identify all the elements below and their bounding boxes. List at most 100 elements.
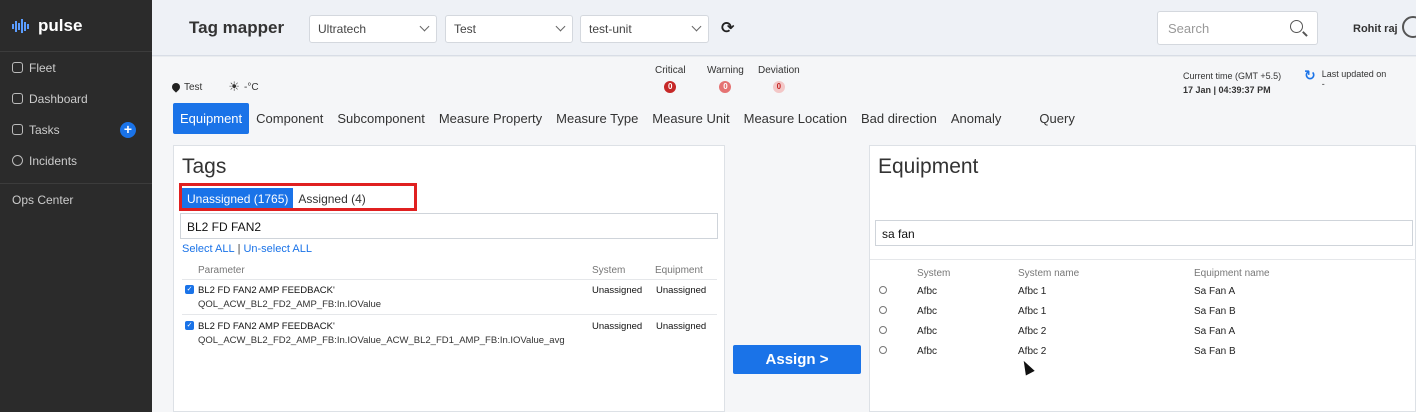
parameter-name: BL2 FD FAN2 AMP FEEDBACK': [198, 321, 335, 332]
status-label: Critical: [655, 65, 686, 76]
location-info: Test ☀ -°C: [170, 79, 259, 95]
deviation-status[interactable]: Deviation 0: [758, 65, 800, 93]
last-updated-value: -: [1321, 79, 1325, 89]
sidebar: pulse Fleet Dashboard Tasks + Incidents …: [0, 0, 152, 412]
main-content: Test ☀ -°C Critical 0 Warning 0 Deviatio…: [152, 57, 1416, 412]
info-icon: [12, 155, 23, 166]
tags-panel: Tags Unassigned (1765) Assigned (4) BL2 …: [173, 145, 725, 412]
unit-select[interactable]: test-unit: [580, 15, 709, 43]
column-header-equipment-name: Equipment name: [1194, 268, 1270, 279]
equipment-name-value: Sa Fan B: [1194, 306, 1236, 317]
list-item[interactable]: Afbc Afbc 2 Sa Fan B: [870, 346, 1414, 366]
tab-anomaly[interactable]: Anomaly: [944, 103, 1009, 134]
chevron-down-icon: [419, 21, 430, 32]
refresh-icon[interactable]: ⟳: [721, 18, 734, 38]
tab-component[interactable]: Component: [249, 103, 330, 134]
current-time-label: Current time (GMT +5.5): [1183, 71, 1282, 81]
row-checkbox[interactable]: ✓: [185, 285, 194, 294]
sidebar-item-label: Incidents: [29, 153, 78, 168]
assign-button[interactable]: Assign >: [733, 345, 861, 374]
refresh-icon[interactable]: ↻: [1304, 68, 1316, 89]
select-value: test-unit: [589, 22, 632, 36]
tab-query[interactable]: Query: [1032, 103, 1081, 134]
sidebar-item-dashboard[interactable]: Dashboard: [0, 83, 152, 114]
equipment-name-value: Sa Fan A: [1194, 326, 1236, 337]
dashboard-icon: [12, 93, 23, 104]
status-badge: 0: [664, 81, 677, 93]
last-updated-label: Last updated on: [1321, 69, 1387, 79]
row-radio[interactable]: [879, 326, 887, 334]
critical-status[interactable]: Critical 0: [655, 65, 686, 93]
system-value: Afbc: [917, 326, 938, 337]
add-task-button[interactable]: +: [120, 122, 136, 138]
avatar[interactable]: [1402, 16, 1416, 38]
tab-measure-type[interactable]: Measure Type: [549, 103, 645, 134]
tab-measure-location[interactable]: Measure Location: [737, 103, 854, 134]
column-header-system: System: [917, 268, 951, 279]
tasks-icon: [12, 124, 23, 135]
parameter-name: BL2 FD FAN2 AMP FEEDBACK': [198, 285, 335, 296]
sidebar-item-label: Tasks: [29, 122, 60, 137]
list-item[interactable]: Afbc Afbc 1 Sa Fan A: [870, 286, 1414, 306]
tab-equipment[interactable]: Equipment: [173, 103, 250, 134]
tag-search-input[interactable]: BL2 FD FAN2: [180, 213, 718, 239]
page-title: Tag mapper: [189, 18, 285, 37]
column-header-system-name: System name: [1018, 268, 1080, 279]
temperature: -°C: [244, 81, 259, 93]
plant-select[interactable]: Ultratech: [309, 15, 437, 43]
top-bar: Tag mapper Ultratech Test test-unit ⟳ Se…: [152, 0, 1416, 56]
list-item[interactable]: Afbc Afbc 1 Sa Fan B: [870, 306, 1414, 326]
row-radio[interactable]: [879, 346, 887, 354]
system-value: Afbc: [917, 346, 938, 357]
fleet-icon: [12, 62, 23, 73]
tab-measure-property[interactable]: Measure Property: [432, 103, 549, 134]
status-badge: 0: [719, 81, 732, 93]
select-value: Ultratech: [318, 22, 367, 36]
row-radio[interactable]: [879, 286, 887, 294]
sidebar-item-label: Dashboard: [29, 91, 88, 106]
status-label: Warning: [707, 65, 744, 76]
logo[interactable]: pulse: [0, 0, 152, 52]
system-name-value: Afbc 2: [1018, 346, 1047, 357]
search-placeholder: Search: [1168, 21, 1210, 36]
list-item[interactable]: Afbc Afbc 2 Sa Fan A: [870, 326, 1414, 346]
tab-bad-direction[interactable]: Bad direction: [854, 103, 944, 134]
pulse-logo-icon: [12, 18, 29, 33]
equipment-name-value: Sa Fan A: [1194, 286, 1236, 297]
sidebar-item-incidents[interactable]: Incidents: [0, 145, 152, 176]
search-input[interactable]: Search: [1157, 11, 1318, 45]
equipment-title: Equipment: [878, 155, 979, 178]
parameter-tag: QOL_ACW_BL2_FD2_AMP_FB:In.IOValue: [198, 299, 382, 310]
tab-measure-unit[interactable]: Measure Unit: [645, 103, 736, 134]
equipment-search-input[interactable]: sa fan: [875, 220, 1413, 246]
row-checkbox[interactable]: ✓: [185, 321, 194, 330]
warning-status[interactable]: Warning 0: [707, 65, 744, 93]
sidebar-item-label: Ops Center: [12, 192, 74, 207]
system-value: Unassigned: [592, 321, 643, 332]
parameter-tag: QOL_ACW_BL2_FD2_AMP_FB:In.IOValue_ACW_BL…: [198, 335, 565, 346]
weather-sun-icon: ☀: [228, 79, 240, 94]
status-label: Deviation: [758, 65, 800, 76]
column-header-equipment: Equipment: [655, 265, 703, 276]
chevron-down-icon: [555, 21, 566, 32]
last-updated: ↻ Last updated on -: [1304, 68, 1387, 89]
unselect-all-link[interactable]: Un-select ALL: [243, 243, 311, 255]
tab-subcomponent[interactable]: Subcomponent: [330, 103, 431, 134]
system-value: Afbc: [917, 306, 938, 317]
tab-bar: Equipment Component Subcomponent Measure…: [173, 103, 1082, 134]
equipment-name-value: Sa Fan B: [1194, 346, 1236, 357]
column-header-parameter: Parameter: [198, 265, 245, 276]
system-name-value: Afbc 1: [1018, 286, 1047, 297]
current-time-value: 17 Jan | 04:39:37 PM: [1183, 85, 1271, 95]
equipment-value: Unassigned: [656, 321, 707, 332]
select-all-link[interactable]: Select ALL: [182, 243, 235, 255]
sidebar-item-ops-center[interactable]: Ops Center: [0, 183, 152, 215]
user-name[interactable]: Rohit raj: [1353, 23, 1398, 35]
row-radio[interactable]: [879, 306, 887, 314]
area-select[interactable]: Test: [445, 15, 573, 43]
search-icon[interactable]: [1290, 20, 1303, 33]
select-value: Test: [454, 22, 477, 36]
sidebar-item-fleet[interactable]: Fleet: [0, 52, 152, 83]
sidebar-item-label: Fleet: [29, 60, 56, 75]
sidebar-item-tasks[interactable]: Tasks +: [0, 114, 152, 145]
